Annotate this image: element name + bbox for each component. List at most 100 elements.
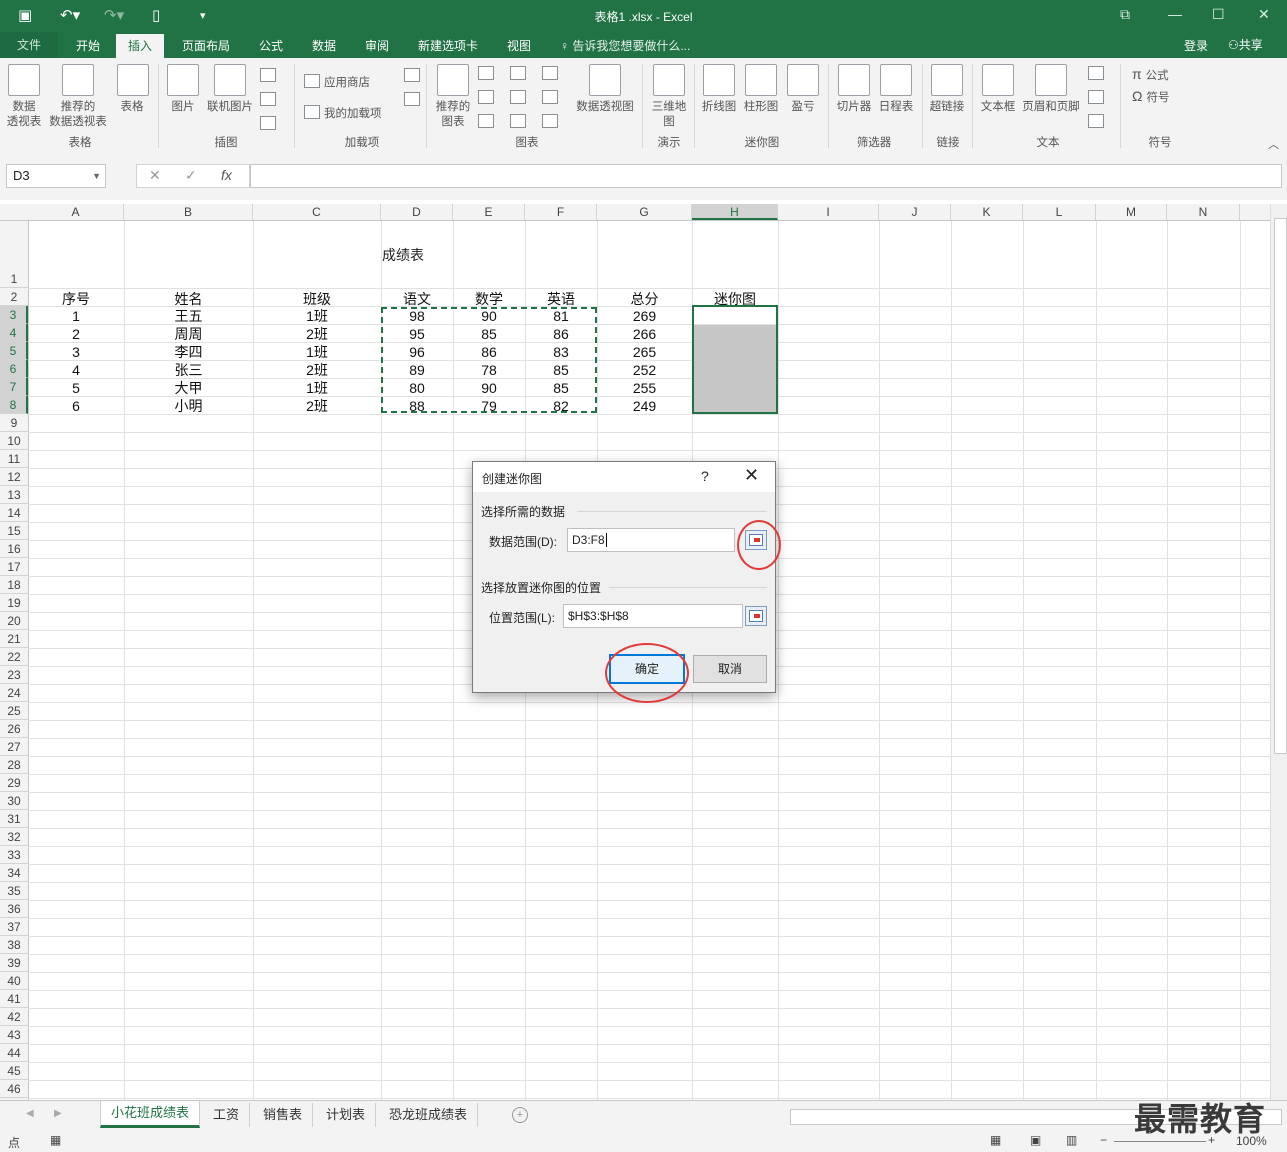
row-header-14[interactable]: 14 xyxy=(0,504,28,522)
stat-chart-button[interactable] xyxy=(510,90,530,105)
data-cell[interactable]: 3 xyxy=(28,343,124,361)
column-header-h[interactable]: H xyxy=(692,204,778,220)
data-cell[interactable]: 张三 xyxy=(124,361,253,379)
sparkline-line-button[interactable]: 折线图 xyxy=(700,64,738,115)
data-cell[interactable]: 265 xyxy=(597,343,692,361)
column-header-g[interactable]: G xyxy=(597,204,692,220)
symbol-button[interactable]: Ω 符号 xyxy=(1132,88,1169,105)
row-header-34[interactable]: 34 xyxy=(0,864,28,882)
data-cell[interactable]: 6 xyxy=(28,397,124,415)
column-header-c[interactable]: C xyxy=(253,204,381,220)
location-input[interactable]: $H$3:$H$8 xyxy=(563,604,743,628)
row-header-46[interactable]: 46 xyxy=(0,1080,28,1098)
login-link[interactable]: 登录 xyxy=(1184,37,1208,54)
sheet-tab-plan[interactable]: 计划表 xyxy=(316,1103,377,1127)
formula-input[interactable] xyxy=(250,164,1282,188)
data-cell[interactable]: 李四 xyxy=(124,343,253,361)
tab-insert[interactable]: 插入 xyxy=(116,34,165,60)
hierarchy-chart-button[interactable] xyxy=(510,66,530,81)
pictures-button[interactable]: 图片 xyxy=(167,64,199,115)
data-cell[interactable]: 266 xyxy=(597,325,692,343)
online-pictures-button[interactable]: 联机图片 xyxy=(204,64,256,115)
zoom-out-icon[interactable]: − xyxy=(1100,1133,1107,1147)
data-cell[interactable]: 2班 xyxy=(253,397,381,415)
equation-button[interactable]: π 公式 xyxy=(1132,66,1169,83)
row-header-44[interactable]: 44 xyxy=(0,1044,28,1062)
row-header-25[interactable]: 25 xyxy=(0,702,28,720)
smartart-button[interactable] xyxy=(260,92,280,107)
scatter-chart-button[interactable] xyxy=(510,114,530,129)
screenshot-button[interactable] xyxy=(260,116,280,131)
column-header-b[interactable]: B xyxy=(124,204,253,220)
collapse-location-icon[interactable] xyxy=(745,606,767,626)
object-button[interactable] xyxy=(1088,114,1108,129)
row-header-10[interactable]: 10 xyxy=(0,432,28,450)
row-header-19[interactable]: 19 xyxy=(0,594,28,612)
column-header-m[interactable]: M xyxy=(1096,204,1167,220)
next-sheet-icon[interactable]: ▶ xyxy=(54,1108,62,1119)
header-cell[interactable]: 迷你图 xyxy=(692,288,778,307)
header-cell[interactable]: 语文 xyxy=(381,288,453,307)
textbox-button[interactable]: 文本框 xyxy=(978,64,1018,115)
column-header-n[interactable]: N xyxy=(1167,204,1240,220)
pie-chart-button[interactable] xyxy=(478,114,498,129)
close-icon[interactable]: ✕ xyxy=(744,465,759,486)
tab-new[interactable]: 新建选项卡 xyxy=(418,37,478,54)
my-addins-button[interactable]: 我的加载项 xyxy=(304,105,382,121)
row-header-30[interactable]: 30 xyxy=(0,792,28,810)
column-header-f[interactable]: F xyxy=(525,204,597,220)
row-header-20[interactable]: 20 xyxy=(0,612,28,630)
waterfall-chart-button[interactable] xyxy=(542,66,562,81)
header-footer-button[interactable]: 页眉和页脚 xyxy=(1020,64,1082,115)
data-cell[interactable]: 1班 xyxy=(253,343,381,361)
row-header-45[interactable]: 45 xyxy=(0,1062,28,1080)
sheet-tab-salary[interactable]: 工资 xyxy=(203,1103,251,1127)
data-cell[interactable]: 小明 xyxy=(124,397,253,415)
row-header-13[interactable]: 13 xyxy=(0,486,28,504)
tab-home[interactable]: 开始 xyxy=(76,37,100,54)
combo-chart-button[interactable] xyxy=(542,90,562,105)
cancel-button[interactable]: 取消 xyxy=(693,655,767,683)
recommended-pivot-button[interactable]: 推荐的 数据透视表 xyxy=(47,64,109,130)
maximize-icon[interactable]: ☐ xyxy=(1212,6,1225,23)
prev-sheet-icon[interactable]: ◀ xyxy=(26,1108,34,1119)
data-cell[interactable]: 4 xyxy=(28,361,124,379)
data-cell[interactable]: 255 xyxy=(597,379,692,397)
data-cell[interactable]: 周周 xyxy=(124,325,253,343)
tab-page-layout[interactable]: 页面布局 xyxy=(182,37,230,54)
data-cell[interactable]: 2 xyxy=(28,325,124,343)
header-cell[interactable]: 班级 xyxy=(253,288,381,307)
row-header-6[interactable]: 6 xyxy=(0,360,28,378)
column-header-a[interactable]: A xyxy=(28,204,124,220)
chevron-down-icon[interactable]: ▼ xyxy=(86,165,101,187)
table-button[interactable]: 表格 xyxy=(117,64,149,115)
row-header-31[interactable]: 31 xyxy=(0,810,28,828)
row-header-41[interactable]: 41 xyxy=(0,990,28,1008)
column-chart-button[interactable] xyxy=(478,66,498,81)
row-header-33[interactable]: 33 xyxy=(0,846,28,864)
insert-function-icon[interactable]: fx xyxy=(221,167,232,183)
row-header-5[interactable]: 5 xyxy=(0,342,28,360)
row-header-43[interactable]: 43 xyxy=(0,1026,28,1044)
tell-me-box[interactable]: ♀ 告诉我您想要做什么... xyxy=(560,37,690,54)
line-chart-button[interactable] xyxy=(478,90,498,105)
sheet-tab-sales[interactable]: 销售表 xyxy=(253,1103,314,1127)
sheet-tab-xiaohua[interactable]: 小花班成绩表 xyxy=(100,1101,201,1128)
data-range-input[interactable]: D3:F8 xyxy=(567,528,735,552)
row-header-15[interactable]: 15 xyxy=(0,522,28,540)
row-header-39[interactable]: 39 xyxy=(0,954,28,972)
row-header-27[interactable]: 27 xyxy=(0,738,28,756)
macro-record-icon[interactable]: ▦ xyxy=(50,1133,61,1147)
tab-data[interactable]: 数据 xyxy=(312,37,336,54)
signature-button[interactable] xyxy=(1088,90,1108,105)
data-cell[interactable]: 252 xyxy=(597,361,692,379)
cancel-formula-icon[interactable]: ✕ xyxy=(149,167,161,184)
row-header-12[interactable]: 12 xyxy=(0,468,28,486)
column-header-e[interactable]: E xyxy=(453,204,525,220)
data-cell[interactable]: 2班 xyxy=(253,325,381,343)
store-button[interactable]: 应用商店 xyxy=(304,74,370,90)
pivot-table-button[interactable]: 数据 透视表 xyxy=(6,64,42,130)
row-header-21[interactable]: 21 xyxy=(0,630,28,648)
row-header-3[interactable]: 3 xyxy=(0,306,28,324)
row-header-9[interactable]: 9 xyxy=(0,414,28,432)
